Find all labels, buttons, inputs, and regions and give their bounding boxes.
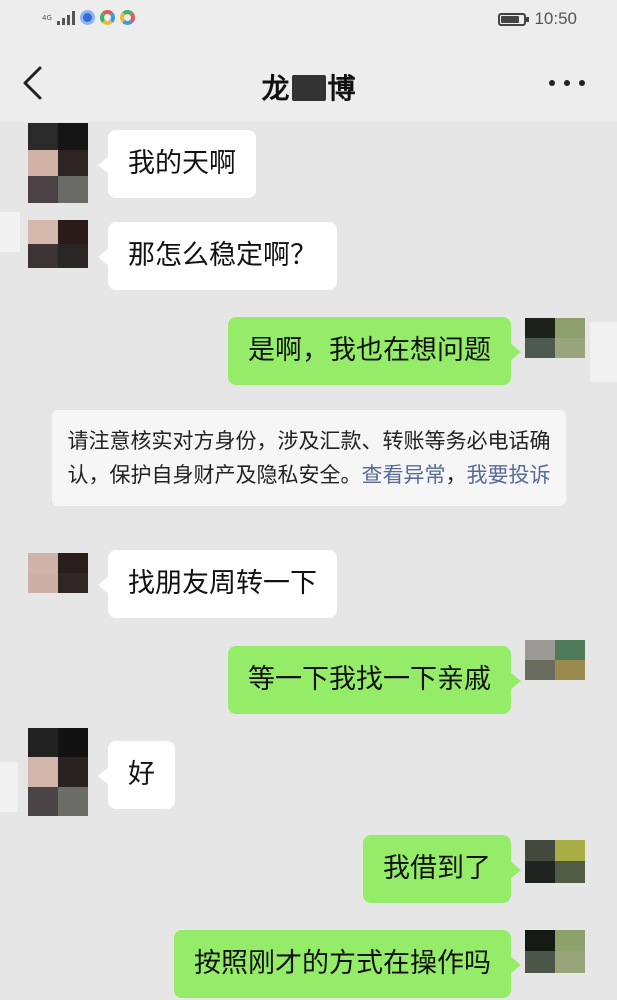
background-blur	[0, 762, 18, 812]
chat-title: 龙博	[0, 67, 617, 107]
message-bubble-incoming[interactable]: 我的天啊	[98, 130, 256, 198]
contact-avatar[interactable]	[28, 728, 88, 816]
chat-header: 龙博	[0, 45, 617, 122]
message-bubble-incoming[interactable]: 找朋友周转一下	[98, 550, 337, 618]
contact-avatar[interactable]	[28, 553, 88, 613]
my-avatar[interactable]	[525, 318, 585, 378]
title-left: 龙	[261, 72, 290, 105]
signal-icon	[56, 10, 75, 25]
message-row-outgoing: 是啊，我也在想问题	[228, 317, 521, 385]
message-row-incoming: 那怎么稳定啊？	[98, 222, 337, 290]
message-row-incoming: 找朋友周转一下	[98, 550, 337, 618]
message-bubble-outgoing[interactable]: 我借到了	[363, 835, 521, 903]
message-bubble-incoming[interactable]: 好	[98, 741, 175, 809]
status-right: 10:50	[498, 9, 577, 29]
my-avatar[interactable]	[525, 840, 585, 904]
app-icon-blue	[79, 10, 95, 25]
my-avatar[interactable]	[525, 640, 585, 700]
app-icon-colorful	[119, 10, 135, 25]
report-link[interactable]: 我要投诉	[467, 463, 551, 487]
contact-avatar[interactable]	[28, 123, 88, 203]
background-blur	[0, 212, 20, 252]
battery-fill	[501, 15, 520, 23]
security-notice: 请注意核实对方身份，涉及汇款、转账等务必电话确认，保护自身财产及隐私安全。查看异…	[52, 410, 566, 506]
more-dots-icon[interactable]	[549, 73, 585, 93]
chat-area[interactable]: 我的天啊 那怎么稳定啊？ 是啊，我也在想问题 请注意核实对方身份，涉及汇款、转账…	[0, 122, 617, 1000]
message-bubble-outgoing[interactable]: 是啊，我也在想问题	[228, 317, 521, 385]
clock: 10:50	[534, 9, 577, 28]
view-anomaly-link[interactable]: 查看异常	[362, 463, 446, 487]
message-row-incoming: 我的天啊	[98, 130, 256, 198]
contact-avatar[interactable]	[28, 220, 88, 292]
title-redaction	[291, 75, 326, 101]
app-icon-colorful	[99, 10, 115, 25]
message-row-incoming: 好	[98, 741, 175, 809]
notice-separator: ，	[445, 463, 467, 487]
status-bar: 4G 10:50	[0, 0, 617, 45]
my-avatar[interactable]	[525, 930, 585, 994]
title-right: 博	[327, 72, 356, 105]
battery-icon	[498, 12, 530, 26]
status-left: 4G	[42, 10, 135, 25]
message-row-outgoing: 按照刚才的方式在操作吗	[174, 930, 521, 998]
background-blur	[590, 322, 617, 382]
network-type: 4G	[42, 13, 52, 22]
message-bubble-incoming[interactable]: 那怎么稳定啊？	[98, 222, 337, 290]
message-bubble-outgoing[interactable]: 等一下我找一下亲戚	[228, 646, 521, 714]
message-row-outgoing: 我借到了	[363, 835, 521, 903]
message-row-outgoing: 等一下我找一下亲戚	[228, 646, 521, 714]
message-bubble-outgoing[interactable]: 按照刚才的方式在操作吗	[174, 930, 521, 998]
